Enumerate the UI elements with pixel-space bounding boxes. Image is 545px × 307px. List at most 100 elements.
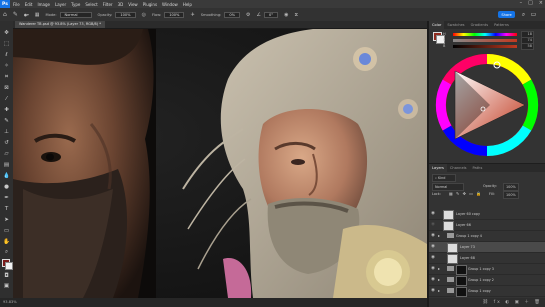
layer-name[interactable]: Group 1 copy 3 <box>468 264 494 274</box>
brush-tool-icon-active[interactable]: ✎ <box>3 118 10 125</box>
path-select-tool-icon[interactable]: ➤ <box>3 217 10 224</box>
lock-icons[interactable]: ▦ ✎ ✥ ▭ 🔒 <box>449 191 482 197</box>
close-button[interactable]: × <box>539 0 543 6</box>
type-tool-icon[interactable]: T <box>3 206 10 213</box>
marquee-tool-icon[interactable]: ⬚ <box>3 41 10 48</box>
menu-3d[interactable]: 3D <box>118 2 124 7</box>
visibility-eye-icon[interactable]: ◉ <box>431 277 435 282</box>
eyedropper-tool-icon[interactable]: ⁄ <box>3 96 10 103</box>
symmetry-icon[interactable]: ⧖ <box>294 12 298 18</box>
quick-mask-icon[interactable]: ◘ <box>3 273 10 280</box>
smoothing-field[interactable]: 0% <box>224 11 241 18</box>
group-expand-chevron-icon[interactable]: ▸ <box>438 266 440 271</box>
home-icon[interactable]: ⌂ <box>3 11 7 18</box>
tab-color[interactable]: Color <box>429 21 445 29</box>
mode-dropdown[interactable]: Normal <box>59 11 92 18</box>
brightness-value[interactable]: 58 <box>521 43 534 50</box>
rectangle-tool-icon[interactable]: ▭ <box>3 228 10 235</box>
opacity-field[interactable]: 100% <box>115 11 136 18</box>
color-wheel[interactable] <box>435 53 539 157</box>
add-style-icon[interactable]: fx <box>494 300 502 305</box>
frame-tool-icon[interactable]: ⊠ <box>3 85 10 92</box>
clone-stamp-tool-icon[interactable]: ⊥ <box>3 129 10 136</box>
screen-mode-icon[interactable]: ▣ <box>3 283 10 290</box>
blur-tool-icon[interactable]: 💧 <box>3 173 10 180</box>
link-layers-icon[interactable]: ⛓ <box>482 300 490 305</box>
layer-name[interactable]: Layer 73 <box>460 242 475 252</box>
menu-window[interactable]: Window <box>162 2 178 7</box>
layer-filter-dropdown[interactable]: ⌕ Kind <box>432 174 456 182</box>
brush-tool-icon[interactable]: ✎ <box>13 11 18 18</box>
layer-group-row[interactable]: ◉ ▸ Group 1 copy 4 <box>429 231 545 242</box>
visibility-eye-icon[interactable]: ◉ <box>431 266 435 271</box>
layer-name[interactable]: Group 1 copy <box>468 286 491 296</box>
layer-mask-thumbnail[interactable] <box>456 265 467 275</box>
menu-filter[interactable]: Filter <box>103 2 113 7</box>
layer-group-row[interactable]: ◉ ▸ Group 1 copy 3 <box>429 264 545 275</box>
menu-help[interactable]: Help <box>183 2 192 7</box>
tab-layers[interactable]: Layers <box>429 164 447 172</box>
menu-file[interactable]: File <box>13 2 20 7</box>
group-expand-chevron-icon[interactable]: ▸ <box>438 277 440 282</box>
eraser-tool-icon[interactable]: ▱ <box>3 151 10 158</box>
tab-swatches[interactable]: Swatches <box>444 21 467 29</box>
new-layer-icon[interactable]: ＋ <box>524 300 531 305</box>
pressure-size-icon[interactable]: ◉ <box>284 12 288 18</box>
pen-tool-icon[interactable]: ✒ <box>3 195 10 202</box>
pressure-opacity-icon[interactable]: ◎ <box>142 12 146 18</box>
share-button[interactable]: Share <box>498 11 515 18</box>
minimize-button[interactable]: – <box>520 0 523 6</box>
menu-image[interactable]: Image <box>37 2 50 7</box>
saturation-slider[interactable] <box>453 39 517 42</box>
brush-size-preset[interactable]: ●▾ <box>24 13 29 17</box>
new-group-icon[interactable]: ▣ <box>515 300 521 305</box>
crop-tool-icon[interactable]: ⌗ <box>3 74 10 81</box>
tab-gradients[interactable]: Gradients <box>468 21 492 29</box>
history-brush-tool-icon[interactable]: ↺ <box>3 140 10 147</box>
menu-select[interactable]: Select <box>85 2 97 7</box>
flow-field[interactable]: 100% <box>164 11 185 18</box>
tab-channels[interactable]: Channels <box>447 164 470 172</box>
layer-group-row[interactable]: ◉ ▸ Group 1 copy 2 <box>429 275 545 286</box>
canvas[interactable] <box>13 29 427 298</box>
visibility-eye-icon[interactable]: ◉ <box>431 288 435 293</box>
layer-mask-thumbnail[interactable] <box>456 287 467 297</box>
move-tool-icon[interactable]: ✥ <box>3 30 10 37</box>
visibility-eye-icon[interactable]: ◉ <box>431 211 435 216</box>
background-color-swatch[interactable] <box>5 262 13 270</box>
menu-type[interactable]: Type <box>71 2 80 7</box>
healing-brush-tool-icon[interactable]: ✚ <box>3 107 10 114</box>
tab-paths[interactable]: Paths <box>470 164 486 172</box>
visibility-eye-icon[interactable]: ◉ <box>431 233 435 238</box>
layer-name[interactable]: Layer 66 <box>456 220 471 230</box>
tab-patterns[interactable]: Patterns <box>491 21 512 29</box>
layer-name[interactable]: Group 1 copy 2 <box>468 275 494 285</box>
delete-layer-icon[interactable]: 🗑 <box>534 300 542 305</box>
airbrush-icon[interactable]: ✈ <box>190 12 194 18</box>
layer-row[interactable]: ◉ Layer 68 <box>429 253 545 264</box>
visibility-eye-icon[interactable]: ◉ <box>431 244 435 249</box>
brush-settings-icon[interactable]: ▦ <box>35 12 40 18</box>
brightness-slider[interactable] <box>453 45 517 48</box>
maximize-button[interactable]: □ <box>528 0 533 6</box>
lasso-tool-icon[interactable]: ℓ <box>3 52 10 59</box>
document-tab[interactable]: Wanderer TB.psd @ 93.8% (Layer 73, RGB/8… <box>15 21 106 28</box>
add-mask-icon[interactable]: ◐ <box>505 300 511 305</box>
visibility-eye-icon-hidden[interactable]: ◉ <box>431 222 435 227</box>
blend-mode-dropdown[interactable]: Normal <box>432 183 464 191</box>
workspace-icon[interactable]: ▭ <box>530 11 537 18</box>
layer-name[interactable]: Group 1 copy 4 <box>456 231 482 241</box>
layer-row[interactable]: ◉ Layer 60 copy <box>429 209 545 220</box>
visibility-eye-icon[interactable]: ◉ <box>431 255 435 260</box>
gradient-tool-icon[interactable]: ▤ <box>3 162 10 169</box>
quick-select-tool-icon[interactable]: ✧ <box>3 63 10 70</box>
layer-row[interactable]: ◉ Layer 66 <box>429 220 545 231</box>
hand-tool-icon[interactable]: ✋ <box>3 239 10 246</box>
layer-mask-thumbnail[interactable] <box>456 276 467 286</box>
smoothing-options-icon[interactable]: ⚙ <box>246 12 250 18</box>
menu-layer[interactable]: Layer <box>55 2 66 7</box>
menu-edit[interactable]: Edit <box>25 2 33 7</box>
hue-slider[interactable] <box>453 33 517 36</box>
angle-field[interactable]: 0° <box>264 11 279 18</box>
layer-group-row[interactable]: ◉ ▸ Group 1 copy <box>429 286 545 297</box>
